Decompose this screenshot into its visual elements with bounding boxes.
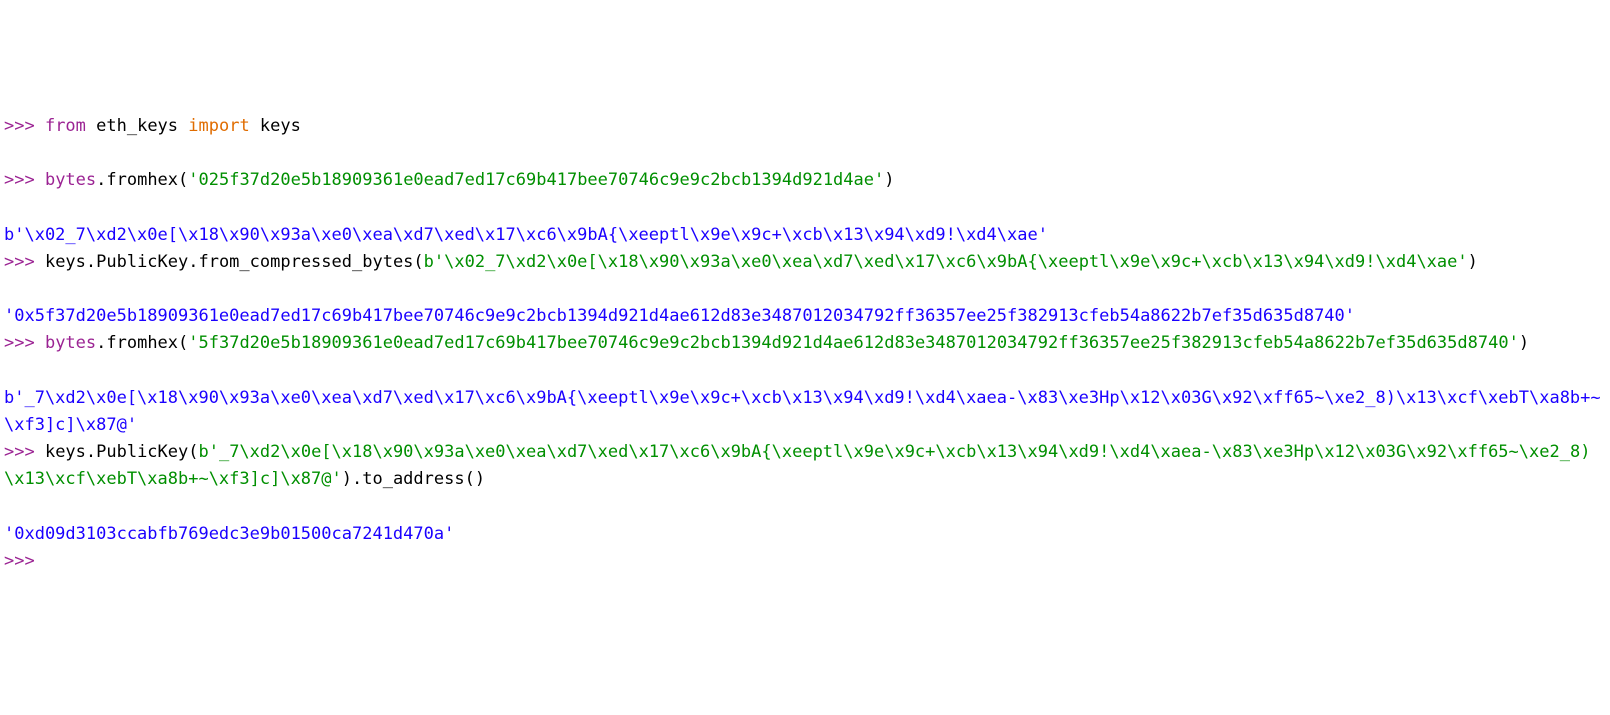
keyword-import-token: import [188, 116, 249, 136]
repl-output-line: '0x5f37d20e5b18909361e0ead7ed17c69b417be… [4, 303, 1606, 330]
repl-output-line: b'_7\xd2\x0e[\x18\x90\x93a\xe0\xea\xd7\x… [4, 385, 1606, 439]
blank-line [4, 357, 1606, 384]
identifier-token: keys [250, 116, 301, 136]
repl-prompt: >>> [4, 116, 45, 136]
repl-input-line: >>> bytes.fromhex('025f37d20e5b18909361e… [4, 167, 1606, 194]
output-string: '0x5f37d20e5b18909361e0ead7ed17c69b417be… [4, 306, 1355, 326]
repl-input-line: >>> bytes.fromhex('5f37d20e5b18909361e0e… [4, 330, 1606, 357]
repl-output-line: '0xd09d3103ccabfb769edc3e9b01500ca7241d4… [4, 521, 1606, 548]
identifier-token: keys.PublicKey.from_compressed_bytes( [45, 252, 424, 272]
repl-output-line: b'\x02_7\xd2\x0e[\x18\x90\x93a\xe0\xea\x… [4, 222, 1606, 249]
keyword-token: from [45, 116, 86, 136]
string-literal: '5f37d20e5b18909361e0ead7ed17c69b417bee7… [188, 333, 1519, 353]
string-literal: '025f37d20e5b18909361e0ead7ed17c69b417be… [188, 170, 884, 190]
blank-line [4, 493, 1606, 520]
repl-prompt: >>> [4, 551, 45, 571]
identifier-token: eth_keys [86, 116, 188, 136]
identifier-token: keys.PublicKey( [45, 442, 199, 462]
repl-input-line: >>> from eth_keys import keys [4, 113, 1606, 140]
string-literal: b'\x02_7\xd2\x0e[\x18\x90\x93a\xe0\xea\x… [424, 252, 1468, 272]
repl-prompt: >>> [4, 333, 45, 353]
output-string: b'_7\xd2\x0e[\x18\x90\x93a\xe0\xea\xd7\x… [4, 388, 1601, 435]
repl-input-line: >>> keys.PublicKey(b'_7\xd2\x0e[\x18\x90… [4, 439, 1606, 493]
blank-line [4, 140, 1606, 167]
blank-line [4, 194, 1606, 221]
repl-input-line: >>> keys.PublicKey.from_compressed_bytes… [4, 249, 1606, 276]
keyword-token: bytes [45, 333, 96, 353]
output-string: '0xd09d3103ccabfb769edc3e9b01500ca7241d4… [4, 524, 454, 544]
keyword-token: bytes [45, 170, 96, 190]
identifier-token: ) [1519, 333, 1529, 353]
identifier-token: ) [884, 170, 894, 190]
identifier-token: ) [1468, 252, 1478, 272]
identifier-token: ).to_address() [342, 469, 485, 489]
identifier-token: .fromhex( [96, 333, 188, 353]
output-string: b'\x02_7\xd2\x0e[\x18\x90\x93a\xe0\xea\x… [4, 225, 1048, 245]
repl-input-line: >>> [4, 548, 1606, 575]
repl-prompt: >>> [4, 252, 45, 272]
identifier-token: .fromhex( [96, 170, 188, 190]
blank-line [4, 276, 1606, 303]
python-repl-terminal[interactable]: >>> from eth_keys import keys >>> bytes.… [4, 113, 1606, 575]
string-literal: b'_7\xd2\x0e[\x18\x90\x93a\xe0\xea\xd7\x… [4, 442, 1590, 489]
repl-prompt: >>> [4, 170, 45, 190]
repl-prompt: >>> [4, 442, 45, 462]
